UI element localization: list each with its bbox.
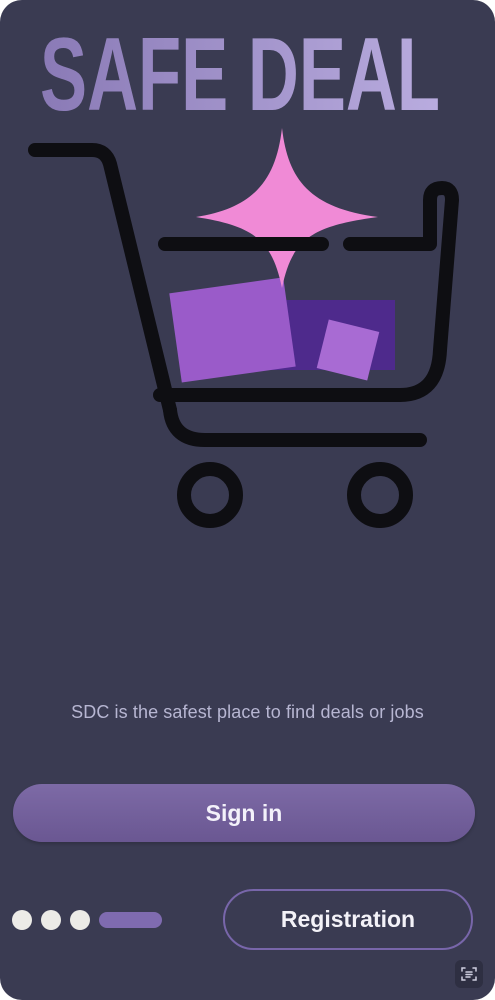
sparkle-icon [196,128,378,288]
page-indicator [12,909,162,931]
brand-logo-text: SAFE DEAL [40,17,440,117]
tagline: SDC is the safest place to find deals or… [71,702,424,722]
sign-in-button[interactable]: Sign in [13,784,475,842]
cart-wheel-left [177,462,243,528]
onboarding-screen: SAFE DEAL SDC is the safest place to fin… [0,0,495,1000]
cart-wheel-right [347,462,413,528]
page-dot-3[interactable] [70,910,90,930]
page-dot-2[interactable] [41,910,61,930]
scan-text-icon[interactable] [455,960,483,988]
brand-logo: SAFE DEAL [40,12,450,117]
page-dot-active[interactable] [99,912,162,928]
page-dot-1[interactable] [12,910,32,930]
box-large [169,277,296,383]
registration-button[interactable]: Registration [223,889,473,950]
shopping-cart-illustration [20,120,480,540]
